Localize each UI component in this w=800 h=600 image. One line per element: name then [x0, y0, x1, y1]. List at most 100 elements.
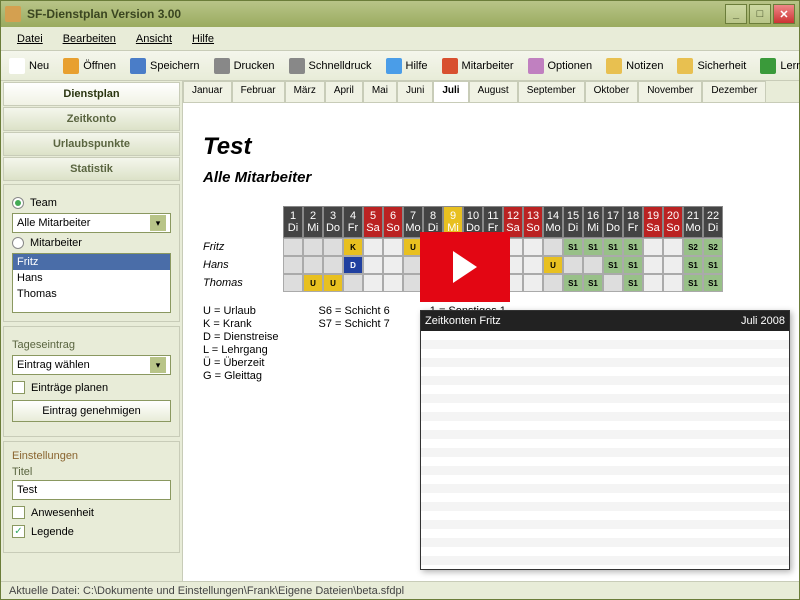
legende-checkbox[interactable]: ✓: [12, 525, 25, 538]
schedule-cell[interactable]: [523, 238, 543, 256]
tab-juli[interactable]: Juli: [433, 81, 468, 102]
tab-januar[interactable]: Januar: [183, 81, 232, 102]
maximize-button[interactable]: □: [749, 4, 771, 24]
schedule-cell[interactable]: S2: [703, 238, 723, 256]
schedule-cell[interactable]: [543, 274, 563, 292]
tab-april[interactable]: April: [325, 81, 363, 102]
video-play-button[interactable]: [420, 232, 510, 302]
schedule-cell[interactable]: [383, 238, 403, 256]
schedule-cell[interactable]: [543, 238, 563, 256]
toolbar-drucken[interactable]: Drucken: [212, 56, 277, 76]
titel-input[interactable]: [12, 480, 171, 500]
tab-februar[interactable]: Februar: [232, 81, 285, 102]
schedule-cell[interactable]: D: [343, 256, 363, 274]
notizen-icon: [606, 58, 622, 74]
schedule-cell[interactable]: [363, 238, 383, 256]
schedule-cell[interactable]: [563, 256, 583, 274]
toolbar-speichern[interactable]: Speichern: [128, 56, 202, 76]
toolbar-hilfe[interactable]: Hilfe: [384, 56, 430, 76]
schedule-cell[interactable]: S1: [563, 274, 583, 292]
schedule-cell[interactable]: U: [543, 256, 563, 274]
eintraege-planen-checkbox[interactable]: [12, 381, 25, 394]
schedule-cell[interactable]: S1: [623, 256, 643, 274]
tab-august[interactable]: August: [469, 81, 518, 102]
schedule-cell[interactable]: U: [303, 274, 323, 292]
list-item[interactable]: Fritz: [13, 254, 170, 270]
tageseintrag-label: Tageseintrag: [12, 339, 171, 351]
toolbar-optionen[interactable]: Optionen: [526, 56, 595, 76]
schedule-cell[interactable]: [303, 238, 323, 256]
schedule-cell[interactable]: [523, 256, 543, 274]
tageseintrag-select[interactable]: Eintrag wählen ▾: [12, 355, 171, 375]
schedule-cell[interactable]: [663, 238, 683, 256]
toolbar-neu[interactable]: Neu: [7, 56, 51, 76]
schedule-cell[interactable]: S1: [583, 238, 603, 256]
toolbar-notizen[interactable]: Notizen: [604, 56, 665, 76]
zeitkonten-overlay[interactable]: Zeitkonten Fritz Juli 2008: [420, 310, 790, 570]
schedule-cell[interactable]: S1: [683, 256, 703, 274]
schedule-cell[interactable]: S1: [623, 274, 643, 292]
schedule-cell[interactable]: [283, 274, 303, 292]
toolbar-öffnen[interactable]: Öffnen: [61, 56, 118, 76]
toolbar-mitarbeiter[interactable]: Mitarbeiter: [440, 56, 516, 76]
schedule-cell[interactable]: [383, 274, 403, 292]
tab-oktober[interactable]: Oktober: [585, 81, 639, 102]
mitarbeiter-radio[interactable]: [12, 237, 24, 249]
tab-september[interactable]: September: [518, 81, 585, 102]
tab-november[interactable]: November: [638, 81, 702, 102]
close-button[interactable]: ✕: [773, 4, 795, 24]
schedule-cell[interactable]: [643, 274, 663, 292]
schedule-cell[interactable]: S1: [683, 274, 703, 292]
schedule-cell[interactable]: [583, 256, 603, 274]
schedule-cell[interactable]: S1: [583, 274, 603, 292]
schedule-cell[interactable]: [663, 256, 683, 274]
schedule-cell[interactable]: [323, 238, 343, 256]
schedule-cell[interactable]: [363, 274, 383, 292]
schedule-cell[interactable]: S2: [683, 238, 703, 256]
schedule-cell[interactable]: [323, 256, 343, 274]
tab-märz[interactable]: März: [285, 81, 325, 102]
menu-bearbeiten[interactable]: Bearbeiten: [55, 30, 124, 48]
day-header: 17Do: [603, 206, 623, 238]
schedule-cell[interactable]: [363, 256, 383, 274]
schedule-cell[interactable]: U: [323, 274, 343, 292]
toolbar-sicherheit[interactable]: Sicherheit: [675, 56, 748, 76]
team-radio[interactable]: [12, 197, 24, 209]
schedule-cell[interactable]: S1: [703, 274, 723, 292]
tab-juni[interactable]: Juni: [397, 81, 433, 102]
nav-urlaubspunkte[interactable]: Urlaubspunkte: [3, 132, 180, 156]
list-item[interactable]: Thomas: [13, 286, 170, 302]
toolbar-lernvideo[interactable]: Lernvideo: [758, 56, 800, 76]
nav-statistik[interactable]: Statistik: [3, 157, 180, 181]
schedule-cell[interactable]: S1: [623, 238, 643, 256]
nav-zeitkonto[interactable]: Zeitkonto: [3, 107, 180, 131]
minimize-button[interactable]: _: [725, 4, 747, 24]
tab-dezember[interactable]: Dezember: [702, 81, 766, 102]
team-select[interactable]: Alle Mitarbeiter ▾: [12, 213, 171, 233]
anwesenheit-checkbox[interactable]: [12, 506, 25, 519]
schedule-cell[interactable]: [643, 238, 663, 256]
schedule-cell[interactable]: [283, 238, 303, 256]
list-item[interactable]: Hans: [13, 270, 170, 286]
schedule-cell[interactable]: [343, 274, 363, 292]
schedule-cell[interactable]: [283, 256, 303, 274]
schedule-cell[interactable]: [523, 274, 543, 292]
toolbar-schnelldruck[interactable]: Schnelldruck: [287, 56, 374, 76]
schedule-cell[interactable]: S1: [603, 256, 623, 274]
nav-dienstplan[interactable]: Dienstplan: [3, 82, 180, 106]
tab-mai[interactable]: Mai: [363, 81, 397, 102]
schedule-cell[interactable]: S1: [563, 238, 583, 256]
schedule-cell[interactable]: [603, 274, 623, 292]
schedule-cell[interactable]: [643, 256, 663, 274]
schedule-cell[interactable]: [303, 256, 323, 274]
schedule-cell[interactable]: [383, 256, 403, 274]
menu-datei[interactable]: Datei: [9, 30, 51, 48]
genehmigen-button[interactable]: Eintrag genehmigen: [12, 400, 171, 422]
schedule-cell[interactable]: S1: [603, 238, 623, 256]
schedule-cell[interactable]: [663, 274, 683, 292]
menu-hilfe[interactable]: Hilfe: [184, 30, 222, 48]
schedule-cell[interactable]: K: [343, 238, 363, 256]
schedule-cell[interactable]: S1: [703, 256, 723, 274]
menu-ansicht[interactable]: Ansicht: [128, 30, 180, 48]
employee-listbox[interactable]: FritzHansThomas: [12, 253, 171, 313]
